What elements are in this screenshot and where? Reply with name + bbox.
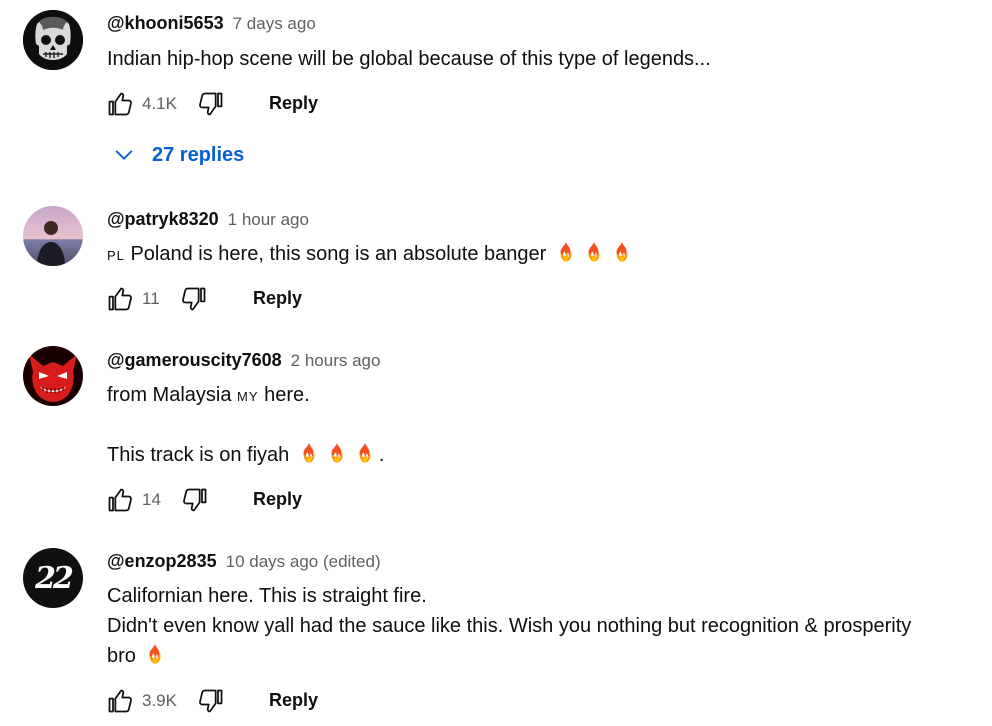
- fire-icon: [144, 643, 166, 665]
- avatar[interactable]: 22: [23, 548, 83, 608]
- thumbs-down-icon: [180, 285, 208, 313]
- chevron-down-icon: [110, 141, 138, 169]
- like-button[interactable]: [104, 484, 136, 516]
- fire-icon: [298, 442, 320, 464]
- avatar[interactable]: [23, 346, 83, 406]
- avatar[interactable]: [23, 10, 83, 70]
- comment-time[interactable]: 2 hours ago: [291, 351, 381, 370]
- thumbs-up-icon: [106, 486, 134, 514]
- dislike-button[interactable]: [179, 484, 211, 516]
- author-name[interactable]: @gamerouscity7608: [107, 350, 282, 370]
- flag-my: MY: [237, 389, 259, 404]
- red-devil-icon: [23, 346, 83, 406]
- author-name[interactable]: @enzop2835: [107, 551, 217, 571]
- thumbs-up-icon: [106, 285, 134, 313]
- thumbs-down-icon: [197, 687, 225, 715]
- comment-header: @patryk8320 1 hour ago: [107, 209, 309, 230]
- fire-icon: [611, 241, 633, 263]
- comment-time[interactable]: 1 hour ago: [228, 210, 309, 229]
- like-count: 3.9K: [142, 691, 177, 710]
- comment-actions: 11: [104, 283, 210, 315]
- dislike-button[interactable]: [195, 685, 227, 717]
- comment-body: bro: [107, 645, 136, 667]
- like-count: 4.1K: [142, 94, 177, 113]
- like-button[interactable]: [104, 283, 136, 315]
- person-photo-icon: [23, 206, 83, 266]
- reply-button[interactable]: Reply: [269, 690, 318, 711]
- thumbs-down-icon: [181, 486, 209, 514]
- comment-text: PL Poland is here, this song is an absol…: [107, 239, 957, 271]
- avatar-logo: 22: [35, 560, 74, 596]
- reply-button[interactable]: Reply: [253, 489, 302, 510]
- skull-icon: [23, 10, 83, 70]
- comment-header: @enzop2835 10 days ago (edited): [107, 551, 381, 572]
- comment-actions: 4.1K: [104, 88, 227, 120]
- like-count: 14: [142, 490, 161, 509]
- author-name[interactable]: @patryk8320: [107, 209, 219, 229]
- comment-body: from Malaysia: [107, 384, 232, 406]
- replies-label: 27 replies: [152, 143, 245, 166]
- flag-pl: PL: [107, 248, 125, 263]
- comment-body: This track is on fiyah: [107, 444, 290, 466]
- fire-icon: [354, 442, 376, 464]
- comment-text: This track is on fiyah .: [107, 440, 957, 470]
- dislike-button[interactable]: [178, 283, 210, 315]
- comment-body: here.: [264, 384, 310, 406]
- dislike-button[interactable]: [195, 88, 227, 120]
- reply-button[interactable]: Reply: [253, 288, 302, 309]
- fire-icon: [555, 241, 577, 263]
- avatar[interactable]: [23, 206, 83, 266]
- view-replies-button[interactable]: 27 replies: [110, 141, 244, 169]
- like-button[interactable]: [104, 685, 136, 717]
- comment-actions: 3.9K: [104, 685, 227, 717]
- thumbs-down-icon: [197, 90, 225, 118]
- comment-body: Poland is here, this song is an absolute…: [130, 243, 547, 265]
- comment-actions: 14: [104, 484, 211, 516]
- comment-text: Didn't even know yall had the sauce like…: [107, 615, 912, 637]
- reply-button[interactable]: Reply: [269, 93, 318, 114]
- comment-header: @khooni5653 7 days ago: [107, 13, 316, 34]
- thumbs-up-icon: [106, 90, 134, 118]
- like-button[interactable]: [104, 88, 136, 120]
- comment-text: Indian hip-hop scene will be global beca…: [107, 48, 711, 70]
- fire-icon: [583, 241, 605, 263]
- comment-body: .: [378, 444, 385, 466]
- thumbs-up-icon: [106, 687, 134, 715]
- author-name[interactable]: @khooni5653: [107, 13, 224, 33]
- like-count: 11: [142, 289, 160, 308]
- comment-time[interactable]: 7 days ago: [233, 14, 316, 33]
- comment-header: @gamerouscity7608 2 hours ago: [107, 350, 380, 371]
- comment-text: bro: [107, 641, 957, 671]
- comment-text: Californian here. This is straight fire.: [107, 585, 427, 607]
- fire-icon: [326, 442, 348, 464]
- comment-time[interactable]: 10 days ago (edited): [226, 552, 381, 571]
- comment-text: from Malaysia MY here.: [107, 380, 957, 412]
